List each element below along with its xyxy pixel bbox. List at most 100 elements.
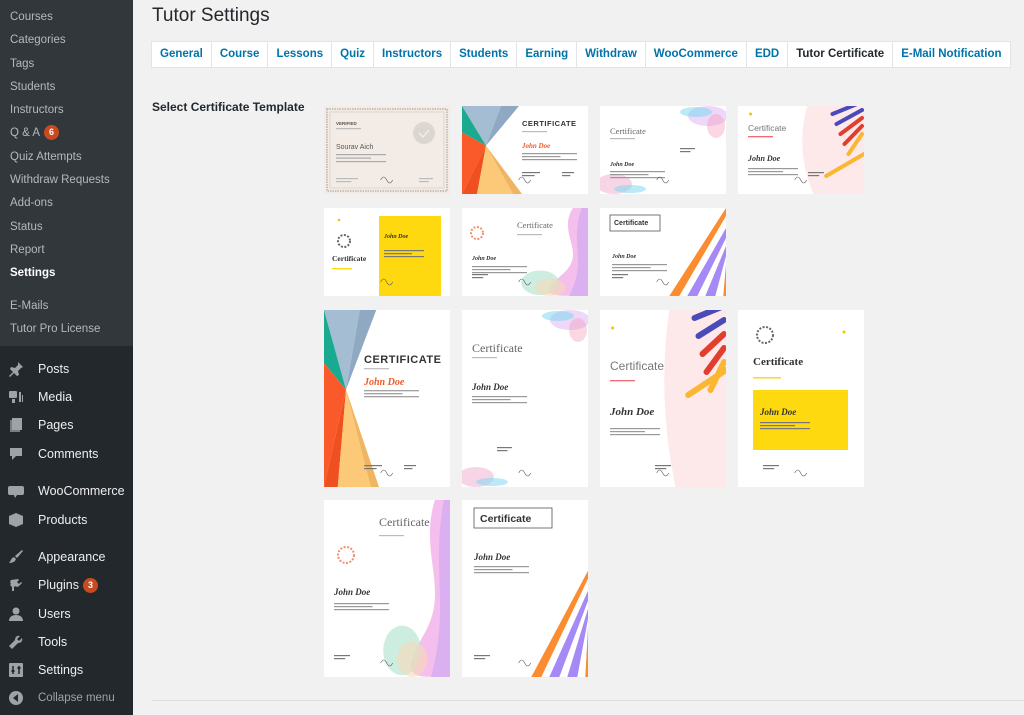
tab-quiz[interactable]: Quiz [332, 42, 375, 67]
count-badge: 6 [44, 125, 60, 141]
pin-icon [8, 361, 24, 378]
tutor-submenu: Courses Categories Tags Students Instructors… [0, 0, 133, 346]
certificate-template-wave-portrait[interactable]: Certificate John Doe [324, 500, 450, 677]
svg-text:Certificate: Certificate [332, 254, 367, 263]
footer-divider [152, 700, 1024, 701]
svg-text:CERTIFICATE: CERTIFICATE [364, 354, 441, 366]
svg-text:John Doe: John Doe [609, 406, 654, 418]
tab-woocommerce[interactable]: WooCommerce [646, 42, 747, 67]
certificate-preview-image: Certificate John Doe [462, 310, 588, 487]
submenu-item-tutor-pro-license[interactable]: Tutor Pro License [0, 318, 133, 341]
certificate-template-floral-landscape[interactable]: Certificate John Doe [600, 106, 726, 194]
menu-item-appearance[interactable]: Appearance [0, 543, 133, 571]
svg-text:Certificate: Certificate [753, 356, 803, 368]
menu-item-label: Users [38, 606, 71, 621]
tab-course[interactable]: Course [212, 42, 269, 67]
media-icon [8, 389, 24, 405]
certificate-template-geometric-landscape[interactable]: CERTIFICATE John Doe [462, 106, 588, 194]
user-icon [8, 606, 24, 622]
menu-item-comments[interactable]: Comments [0, 440, 133, 468]
submenu-item-q-a[interactable]: Q & A6 [0, 122, 133, 145]
menu-item-label: Comments [38, 446, 99, 461]
tab-students[interactable]: Students [451, 42, 518, 67]
menu-item-users[interactable]: Users [0, 600, 133, 628]
tab-tutor-certificate[interactable]: Tutor Certificate [788, 42, 894, 67]
certificate-template-pop-landscape[interactable]: Certificate John Doe [738, 106, 864, 194]
menu-item-products[interactable]: Products [0, 505, 133, 533]
menu-item-label: Posts [38, 362, 70, 377]
tab-general[interactable]: General [152, 42, 212, 67]
submenu-item-withdraw-requests[interactable]: Withdraw Requests [0, 169, 133, 192]
woocommerce-icon [8, 483, 24, 499]
certificate-preview-image: Certificate John Doe [324, 500, 450, 677]
certificate-template-yellow-landscape[interactable]: Certificate John Doe [324, 208, 450, 296]
certificate-template-geometric-portrait[interactable]: CERTIFICATE John Doe [324, 310, 450, 487]
certificate-preview-image: Certificate John Doe [738, 106, 864, 194]
menu-item-settings[interactable]: Settings [0, 656, 133, 684]
menu-item-plugins[interactable]: Plugins 3 [0, 571, 133, 599]
svg-text:John Doe: John Doe [471, 256, 497, 262]
certificate-template-classic[interactable]: VERIFIED Sourav Aich [324, 106, 450, 194]
certificate-preview-image: Certificate John Doe [600, 106, 726, 194]
main-content: Tutor Settings General Course Lessons Quiz I… [133, 0, 1024, 715]
menu-item-label: Tools [38, 634, 68, 649]
certificate-template-wave-landscape[interactable]: Certificate John Doe [462, 208, 588, 296]
submenu-item-tags[interactable]: Tags [0, 53, 133, 76]
submenu-item-label: Withdraw Requests [10, 174, 110, 187]
certificate-preview-image: Certificate John Doe [600, 208, 726, 296]
certificate-template-yellow-portrait[interactable]: Certificate John Doe [738, 310, 864, 487]
submenu-item-label: Courses [10, 11, 53, 23]
submenu-item-instructors[interactable]: Instructors [0, 99, 133, 122]
submenu-item-settings[interactable]: Settings [0, 262, 133, 285]
tab-instructors[interactable]: Instructors [374, 42, 452, 67]
admin-menu: Posts Media Pages Comments WooCommerce Produc… [0, 346, 133, 712]
wrench-icon [8, 634, 24, 650]
tab-edd[interactable]: EDD [747, 42, 789, 67]
svg-text:Certificate: Certificate [748, 123, 787, 133]
submenu-item-label: Settings [10, 267, 56, 280]
tab-e-mail-notification[interactable]: E-Mail Notification [893, 42, 1009, 67]
svg-text:Certificate: Certificate [379, 515, 430, 529]
menu-item-pages[interactable]: Pages [0, 411, 133, 439]
submenu-item-quiz-attempts[interactable]: Quiz Attempts [0, 146, 133, 169]
svg-text:Sourav Aich: Sourav Aich [336, 144, 373, 151]
submenu-item-e-mails[interactable]: E-Mails [0, 295, 133, 318]
submenu-item-courses[interactable]: Courses [0, 6, 133, 29]
svg-text:VERIFIED: VERIFIED [336, 121, 358, 126]
menu-item-posts[interactable]: Posts [0, 355, 133, 383]
menu-item-tools[interactable]: Tools [0, 628, 133, 656]
tab-withdraw[interactable]: Withdraw [577, 42, 646, 67]
submenu-item-students[interactable]: Students [0, 76, 133, 99]
pages-icon [8, 417, 24, 433]
settings-tabs: General Course Lessons Quiz Instructors Stude… [151, 41, 1011, 68]
submenu-item-report[interactable]: Report [0, 239, 133, 262]
menu-item-label: Appearance [38, 550, 106, 565]
submenu-item-add-ons[interactable]: Add-ons [0, 192, 133, 215]
svg-text:Certificate: Certificate [610, 359, 664, 373]
page-title: Tutor Settings [152, 5, 270, 26]
certificate-template-stripes-landscape[interactable]: Certificate John Doe [600, 208, 726, 296]
brush-icon [8, 549, 24, 565]
submenu-item-categories[interactable]: Categories [0, 29, 133, 52]
submenu-item-label: Q & A [10, 127, 41, 140]
menu-item-label: Media [38, 390, 73, 405]
svg-text:John Doe: John Doe [383, 234, 409, 240]
menu-item-woocommerce[interactable]: WooCommerce [0, 477, 133, 505]
submenu-item-label: Status [10, 220, 43, 233]
tab-earning[interactable]: Earning [517, 42, 578, 67]
certificate-preview-image: Certificate John Doe [738, 310, 864, 487]
submenu-item-label: Instructors [10, 104, 64, 117]
tab-lessons[interactable]: Lessons [268, 42, 333, 67]
certificate-template-pop-portrait[interactable]: Certificate John Doe [600, 310, 726, 487]
svg-text:Certificate: Certificate [610, 126, 646, 136]
certificate-preview-image: Certificate John Doe [462, 208, 588, 296]
admin-sidebar: Courses Categories Tags Students Instructors… [0, 0, 133, 715]
menu-item-collapse-menu[interactable]: Collapse menu [0, 684, 133, 712]
menu-item-media[interactable]: Media [0, 383, 133, 411]
certificate-template-stripes-portrait[interactable]: Certificate John Doe [462, 500, 588, 677]
svg-text:CERTIFICATE: CERTIFICATE [522, 119, 577, 128]
count-badge: 3 [83, 577, 98, 593]
submenu-item-status[interactable]: Status [0, 216, 133, 239]
certificate-template-floral-portrait[interactable]: Certificate John Doe [462, 310, 588, 487]
plug-icon [8, 577, 24, 593]
